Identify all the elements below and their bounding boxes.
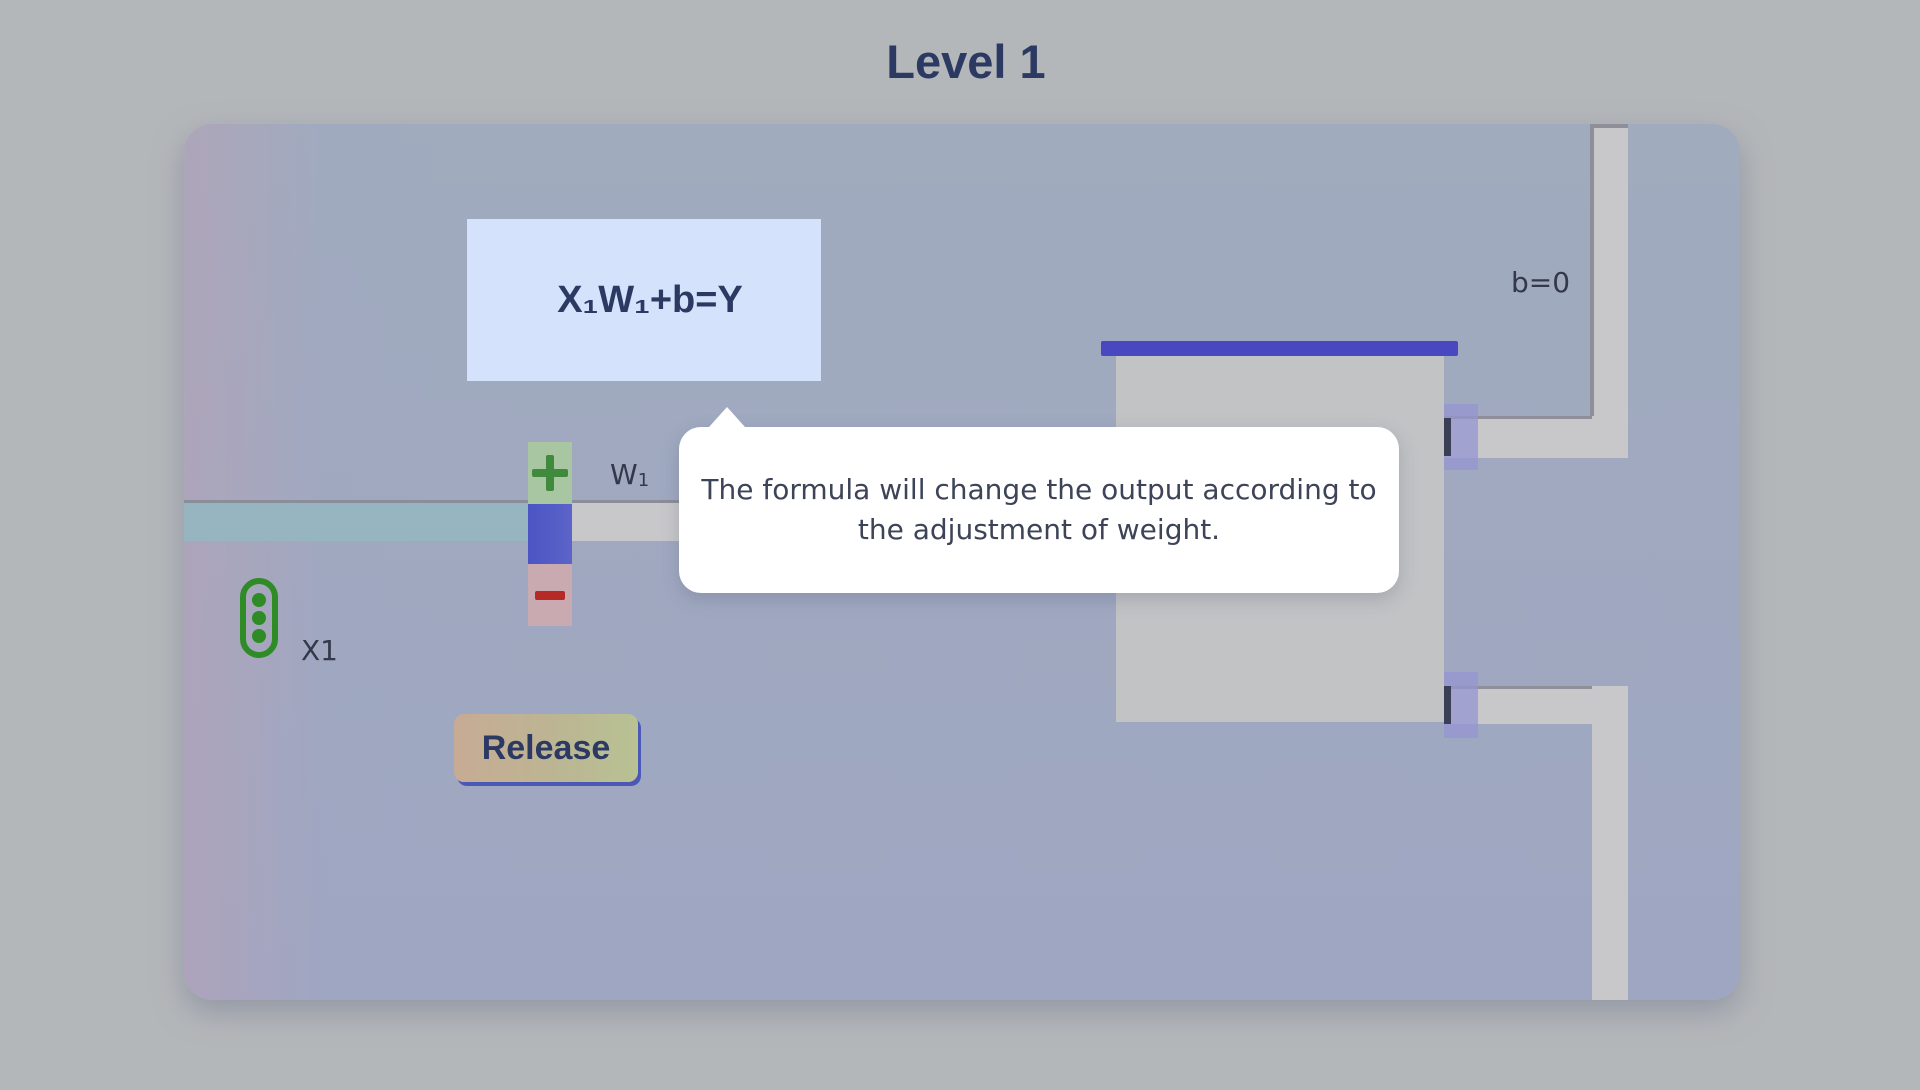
tooltip-text: The formula will change the output accor… xyxy=(701,473,1377,546)
sensor-dot xyxy=(252,593,266,607)
formula-text: X₁W₁+b=Y xyxy=(557,278,743,321)
top-connector-valve xyxy=(1444,418,1451,456)
input-pipe xyxy=(572,500,692,541)
weight-label-letter: W xyxy=(610,458,638,491)
right-pipe-bottom-vertical xyxy=(1592,686,1628,1000)
weight-control xyxy=(528,442,572,626)
weight-label: W1 xyxy=(610,458,649,491)
plus-icon xyxy=(532,455,568,491)
tutorial-tooltip[interactable]: The formula will change the output accor… xyxy=(679,407,1399,593)
sensor-dot xyxy=(252,611,266,625)
minus-icon xyxy=(535,590,565,600)
right-pipe-top-vertical-edge xyxy=(1590,124,1594,418)
weight-increase-button[interactable] xyxy=(528,442,572,504)
bias-label: b=0 xyxy=(1511,266,1571,299)
weight-label-subscript: 1 xyxy=(637,470,650,491)
input-pipe-filled xyxy=(184,500,528,541)
right-pipe-top-cap xyxy=(1590,124,1628,128)
output-gate-bar xyxy=(1101,341,1458,356)
weight-decrease-button[interactable] xyxy=(528,564,572,626)
weight-slider[interactable] xyxy=(528,504,572,564)
sensor-dot xyxy=(252,629,266,643)
right-pipe-top-vertical xyxy=(1592,124,1628,458)
release-button[interactable]: Release xyxy=(454,714,638,782)
bottom-connector-valve xyxy=(1444,686,1451,724)
game-board: b=0 X₁W₁+b=Y W1 X1 Release The formula w… xyxy=(184,124,1740,1000)
formula-box: X₁W₁+b=Y xyxy=(467,219,821,381)
level-title: Level 1 xyxy=(886,35,1046,88)
input-label: X1 xyxy=(301,634,338,667)
sensor-icon xyxy=(240,578,278,658)
